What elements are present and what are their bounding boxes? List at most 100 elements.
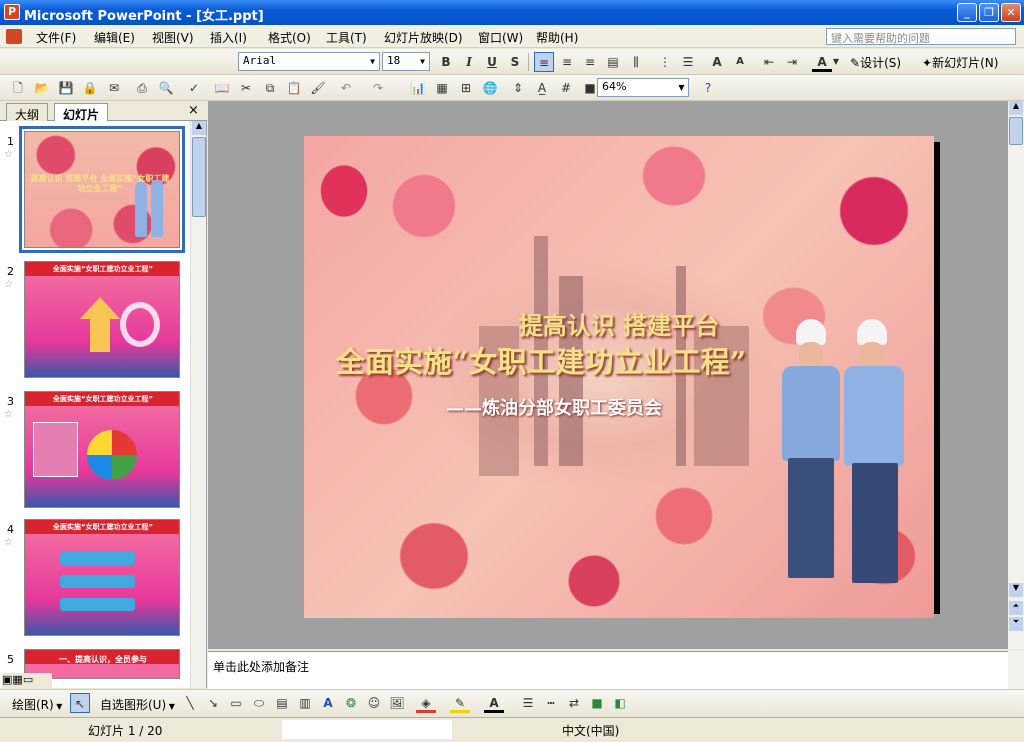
dash-style-icon[interactable]: ┅ bbox=[541, 693, 561, 713]
font-color-icon[interactable]: A bbox=[812, 52, 832, 72]
decrease-indent-icon[interactable]: ⇤ bbox=[759, 52, 779, 72]
slideshow-view-icon[interactable]: ▭ bbox=[23, 673, 33, 686]
new-slide-button[interactable]: ✦新幻灯片(N) bbox=[922, 54, 998, 71]
slide-thumbnail-2[interactable]: 2 ☆ 全面实施“女职工建功立业工程” bbox=[0, 261, 190, 391]
wordart-icon[interactable]: A bbox=[318, 693, 338, 713]
cut-icon[interactable]: ✂ bbox=[236, 78, 256, 98]
fill-color-icon[interactable]: ◈ bbox=[416, 693, 436, 713]
scroll-thumb[interactable] bbox=[1009, 117, 1023, 145]
format-painter-icon[interactable]: 🖌 bbox=[308, 78, 328, 98]
shadow-style-icon[interactable]: ■ bbox=[587, 693, 607, 713]
slide-title-line2[interactable]: 全面实施“女职工建功立业工程” bbox=[304, 339, 778, 381]
line-icon[interactable]: ╲ bbox=[180, 693, 200, 713]
vertical-text-icon[interactable]: ⫼ bbox=[626, 52, 646, 72]
help-search-input[interactable]: 键入需要帮助的问题 bbox=[826, 28, 1016, 45]
powerpoint-app-icon[interactable]: P bbox=[4, 4, 20, 20]
print-preview-icon[interactable]: 🔍 bbox=[156, 78, 176, 98]
notes-pane[interactable]: 单击此处添加备注 bbox=[208, 651, 1008, 689]
minimize-button[interactable]: _ bbox=[957, 3, 977, 22]
paste-icon[interactable]: 📋 bbox=[284, 78, 304, 98]
sorter-view-icon[interactable]: ▦ bbox=[12, 673, 22, 686]
align-left-icon[interactable]: ≡ bbox=[534, 52, 554, 72]
redo-icon[interactable]: ↷ bbox=[368, 78, 388, 98]
diagram-icon[interactable]: ❂ bbox=[341, 693, 361, 713]
new-document-icon[interactable]: 🗋 bbox=[8, 78, 28, 98]
panel-close-icon[interactable]: × bbox=[188, 103, 199, 118]
spelling-icon[interactable]: ✓ bbox=[184, 78, 204, 98]
tab-slides[interactable]: 幻灯片 bbox=[54, 103, 109, 122]
notes-scrollbar[interactable] bbox=[1008, 651, 1024, 689]
thumbnail-scrollbar[interactable]: ▲ bbox=[190, 121, 206, 688]
vertical-textbox-icon[interactable]: ▥ bbox=[295, 693, 315, 713]
research-icon[interactable]: 📖 bbox=[212, 78, 232, 98]
draw-menu-button[interactable]: 绘图(R) ▼ bbox=[12, 696, 62, 713]
previous-slide-icon[interactable]: ⏶ bbox=[1009, 601, 1023, 615]
scroll-up-icon[interactable]: ▲ bbox=[1009, 101, 1023, 115]
email-icon[interactable]: ✉ bbox=[104, 78, 124, 98]
tables-borders-icon[interactable]: ⊞ bbox=[456, 78, 476, 98]
permission-icon[interactable]: 🔒 bbox=[80, 78, 100, 98]
arrow-style-icon[interactable]: ⇄ bbox=[564, 693, 584, 713]
3d-style-icon[interactable]: ◧ bbox=[610, 693, 630, 713]
slide-thumbnail-3[interactable]: 3 ☆ 全面实施“女职工建功立业工程” bbox=[0, 391, 190, 521]
align-right-icon[interactable]: ≡ bbox=[580, 52, 600, 72]
menu-file[interactable]: 文件(F) bbox=[36, 29, 76, 46]
align-center-icon[interactable]: ≡ bbox=[557, 52, 577, 72]
scroll-thumb[interactable] bbox=[192, 137, 206, 217]
print-icon[interactable]: ⎙ bbox=[132, 78, 152, 98]
rectangle-icon[interactable]: ▭ bbox=[226, 693, 246, 713]
increase-font-icon[interactable]: A bbox=[707, 52, 727, 72]
show-grid-icon[interactable]: # bbox=[556, 78, 576, 98]
select-pointer-icon[interactable]: ↖ bbox=[70, 693, 90, 713]
help-icon[interactable]: ? bbox=[698, 78, 718, 98]
line-style-icon[interactable]: ☰ bbox=[518, 693, 538, 713]
menu-window[interactable]: 窗口(W) bbox=[478, 29, 523, 46]
increase-indent-icon[interactable]: ⇥ bbox=[782, 52, 802, 72]
expand-all-icon[interactable]: ⇕ bbox=[508, 78, 528, 98]
slide-subtitle[interactable]: ——炼油分部女职工委员会 bbox=[304, 394, 804, 420]
normal-view-icon[interactable]: ▣ bbox=[2, 673, 12, 686]
current-slide[interactable]: 提高认识 搭建平台 全面实施“女职工建功立业工程” ——炼油分部女职工委员会 bbox=[304, 136, 934, 618]
scroll-down-icon[interactable]: ▼ bbox=[1009, 583, 1023, 597]
close-button[interactable]: ✕ bbox=[1001, 3, 1021, 22]
numbering-icon[interactable]: ⋮ bbox=[655, 52, 675, 72]
menu-format[interactable]: 格式(O) bbox=[268, 29, 311, 46]
font-name-select[interactable]: Arial ▼ bbox=[238, 52, 380, 71]
font-color-icon[interactable]: A bbox=[484, 693, 504, 713]
zoom-select[interactable]: 64% ▼ bbox=[597, 78, 689, 97]
slide-thumbnail-1[interactable]: 1 ☆ 提高认识 搭建平台 全面实施“女职工建功立业工程” bbox=[0, 126, 190, 261]
slide-title-line1[interactable]: 提高认识 搭建平台 bbox=[304, 306, 934, 341]
bold-button[interactable]: B bbox=[436, 52, 456, 72]
slide-scrollbar[interactable]: ▲ ▼ ⏶ ⏷ bbox=[1008, 101, 1024, 649]
chevron-down-icon[interactable]: ▼ bbox=[830, 52, 842, 72]
insert-table-icon[interactable]: ▦ bbox=[432, 78, 452, 98]
maximize-button[interactable]: ❐ bbox=[979, 3, 999, 22]
undo-icon[interactable]: ↶ bbox=[336, 78, 356, 98]
oval-icon[interactable]: ⬭ bbox=[249, 693, 269, 713]
save-icon[interactable]: 💾 bbox=[56, 78, 76, 98]
bullets-icon[interactable]: ☰ bbox=[678, 52, 698, 72]
document-icon[interactable] bbox=[6, 29, 22, 44]
font-size-select[interactable]: 18 ▼ bbox=[382, 52, 430, 71]
insert-picture-icon[interactable]: 🖼 bbox=[387, 693, 407, 713]
decrease-font-icon[interactable]: A bbox=[730, 52, 750, 72]
scroll-up-icon[interactable]: ▲ bbox=[192, 121, 206, 135]
open-folder-icon[interactable]: 📂 bbox=[32, 78, 52, 98]
autoshapes-button[interactable]: 自选图形(U) ▼ bbox=[100, 696, 175, 713]
tab-outline[interactable]: 大纲 bbox=[6, 103, 49, 122]
menu-help[interactable]: 帮助(H) bbox=[536, 29, 578, 46]
copy-icon[interactable]: ⧉ bbox=[260, 78, 280, 98]
menu-edit[interactable]: 编辑(E) bbox=[94, 29, 135, 46]
insert-chart-icon[interactable]: 📊 bbox=[408, 78, 428, 98]
show-formatting-icon[interactable]: A̲ bbox=[532, 78, 552, 98]
textbox-icon[interactable]: ▤ bbox=[272, 693, 292, 713]
distribute-icon[interactable]: ▤ bbox=[603, 52, 623, 72]
menu-slideshow[interactable]: 幻灯片放映(D) bbox=[384, 29, 463, 46]
menu-tools[interactable]: 工具(T) bbox=[326, 29, 367, 46]
next-slide-icon[interactable]: ⏷ bbox=[1009, 617, 1023, 631]
underline-button[interactable]: U bbox=[482, 52, 502, 72]
slide-thumbnail-4[interactable]: 4 ☆ 全面实施“女职工建功立业工程” bbox=[0, 519, 190, 649]
shadow-button[interactable]: S bbox=[505, 52, 525, 72]
arrow-icon[interactable]: ↘ bbox=[203, 693, 223, 713]
menu-insert[interactable]: 插入(I) bbox=[210, 29, 247, 46]
